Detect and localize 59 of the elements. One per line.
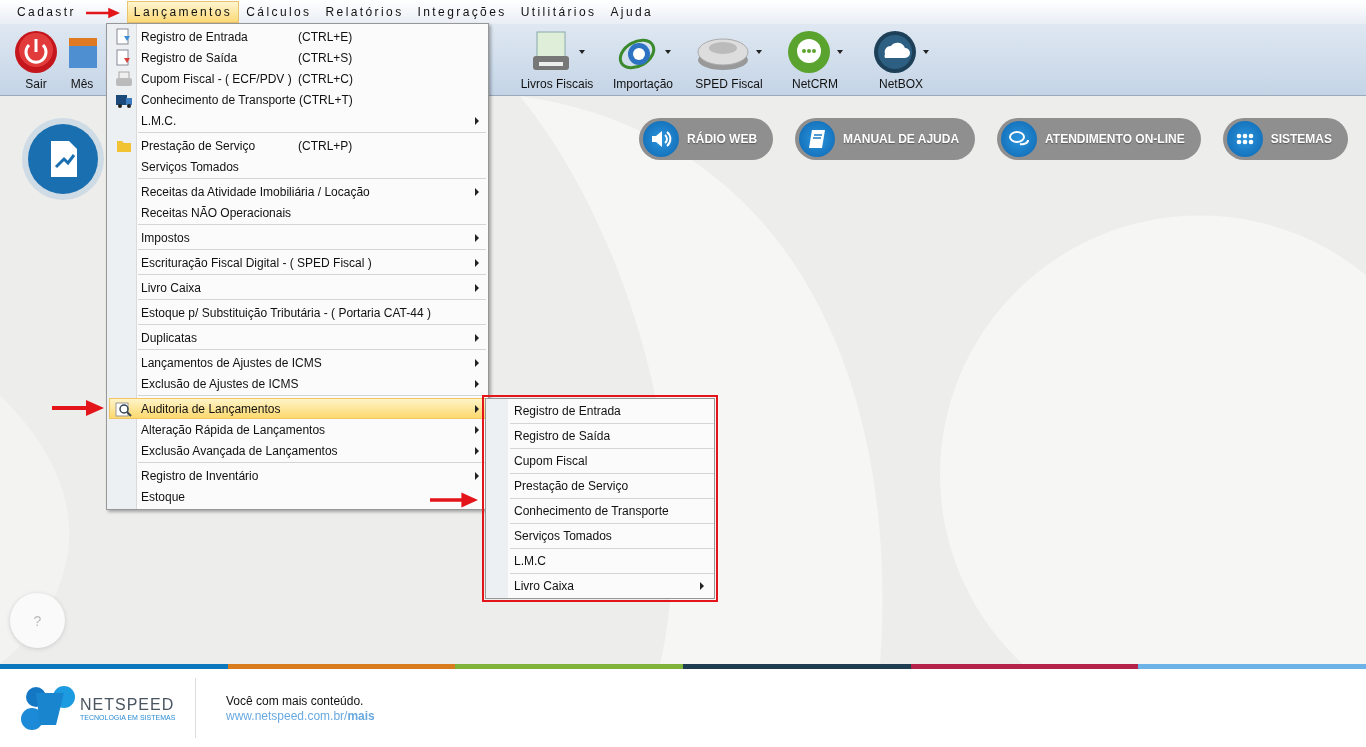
menu-item[interactable]: Auditoria de Lançamentos [109,398,486,419]
toolbar-label[interactable]: SPED Fiscal [695,77,763,91]
slogan: Você com mais conteúdo. [226,693,365,708]
dropdown-caret-icon[interactable] [665,50,671,54]
menu-item[interactable]: Impostos [109,227,486,248]
menu-item[interactable]: Exclusão de Ajustes de ICMS [109,373,486,394]
menu-item[interactable]: L.M.C. [109,110,486,131]
menu-item[interactable]: Estoque [109,486,486,507]
menu-item[interactable]: Receitas NÃO Operacionais [109,202,486,223]
folder-icon [116,138,132,153]
menu-item[interactable]: Conhecimento de Transporte (CTRL+T) [109,89,486,110]
menu-item[interactable]: Duplicatas [109,327,486,348]
menu-bar-item[interactable]: Integrações [410,1,514,23]
printer-icon [115,70,133,87]
menu-item[interactable]: Serviços Tomados [486,524,710,548]
dropdown-caret-icon[interactable] [923,50,929,54]
menu-item[interactable]: Prestação de Serviço [486,474,710,498]
menu-item[interactable]: Registro de Entrada [486,399,710,423]
menu-item[interactable]: Registro de Saída (CTRL+S) [109,47,486,68]
speaker-icon [650,128,673,150]
pointer-arrow [52,398,104,418]
logo-icon [20,685,76,731]
menu-bar-item[interactable]: Ajuda [603,1,661,23]
brand-name: NETSPEED [80,695,176,714]
menu-item[interactable]: Registro de Saída [486,424,710,448]
menu-item[interactable]: Livro Caixa [486,574,710,598]
menu-bar-item[interactable]: Cálculos [239,1,319,23]
menu-item[interactable]: Estoque p/ Substituição Tributária - ( Portaria CAT-44 ) [109,302,486,323]
menu-item[interactable]: Serviços Tomados [109,156,486,177]
menu-bar-item[interactable]: Cadastr [10,1,83,23]
pointer-arrow [86,5,120,21]
menu-item[interactable]: Escrituração Fiscal Digital - ( SPED Fiscal ) [109,252,486,273]
toolbar-label[interactable]: Sair [25,77,47,91]
menu-item[interactable]: Livro Caixa [109,277,486,298]
toolbar-label[interactable]: Livros Fiscais [520,77,594,91]
document-icon[interactable] [21,117,105,201]
menu-item[interactable]: Conhecimento de Transporte [486,499,710,523]
menu-item[interactable]: Cupom Fiscal - ( ECF/PDV ) (CTRL+C) [109,68,486,89]
menu-item[interactable]: Receitas da Atividade Imobiliária / Locação [109,181,486,202]
dropdown-caret-icon[interactable] [756,50,762,54]
toolbar-label[interactable]: Mês [70,77,94,91]
menu-item[interactable]: Prestação de Serviço (CTRL+P) [109,135,486,156]
pointer-arrow [430,490,478,510]
toolbar-label[interactable]: NetBOX [879,77,923,91]
chat-icon[interactable] [787,30,831,74]
dropdown-caret-icon[interactable] [837,50,843,54]
cloud-icon[interactable] [873,30,917,74]
menu-item[interactable]: Cupom Fiscal [486,449,710,473]
magnifier-icon [115,399,133,418]
toolbar-label[interactable]: Importação [613,77,673,91]
menu-item[interactable]: L.M.C [486,549,710,573]
menu-bar-item[interactable]: Lançamentos [126,1,240,23]
power-icon[interactable] [14,30,58,74]
toolbar-label[interactable]: NetCRM [792,77,838,91]
menu-item[interactable]: Lançamentos de Ajustes de ICMS [109,352,486,373]
menu-item[interactable]: Registro de Entrada (CTRL+E) [109,26,486,47]
menu-bar-item[interactable]: Relatórios [318,1,411,23]
dropdown-caret-icon[interactable] [579,50,585,54]
menu-bar-item[interactable]: Utilitários [513,1,604,23]
